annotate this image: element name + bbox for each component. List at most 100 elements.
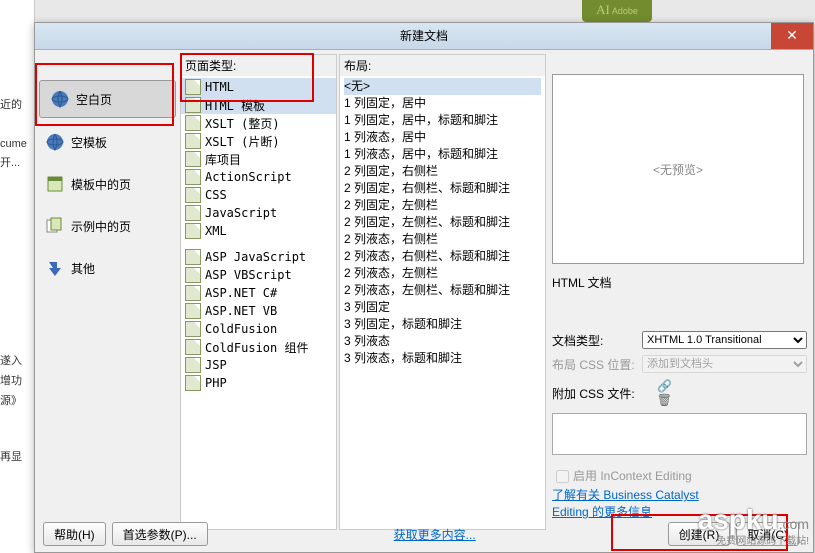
layout-item[interactable]: 2 列固定，右侧栏、标题和脚注 [344,180,541,197]
layout-item[interactable]: 3 列液态，标题和脚注 [344,350,541,367]
layout-item[interactable]: 1 列液态，居中，标题和脚注 [344,146,541,163]
layout-item[interactable]: 2 列固定，左侧栏、标题和脚注 [344,214,541,231]
page-type-item[interactable]: ColdFusion [181,320,336,338]
preview-pane: <无预览> [552,74,804,264]
more-content-link[interactable]: 获取更多内容... [394,526,476,543]
page-type-item[interactable]: CSS [181,186,336,204]
page-type-label: ASP VBScript [205,268,292,282]
category-1[interactable]: 空模板 [35,124,180,160]
layout-item[interactable]: 2 列固定，左侧栏 [344,197,541,214]
layout-item[interactable]: 2 列固定，右侧栏 [344,163,541,180]
page-type-item[interactable]: XML [181,222,336,240]
page-type-item[interactable]: ColdFusion 组件 [181,338,336,356]
category-4[interactable]: 其他 [35,250,180,286]
category-3[interactable]: 示例中的页 [35,208,180,244]
page-type-header: 页面类型: [181,55,336,76]
file-icon [185,285,201,301]
page-type-label: PHP [205,376,227,390]
layout-item[interactable]: 3 列液态 [344,333,541,350]
incontext-link[interactable]: 了解有关 Business CatalystEditing 的更多信息 [552,488,699,519]
layout-item[interactable]: 2 列液态，右侧栏、标题和脚注 [344,248,541,265]
file-icon [185,249,201,265]
attach-css-input[interactable] [552,413,807,455]
doctype-select[interactable]: XHTML 1.0 Transitional [642,331,807,349]
layout-css-select: 添加到文档头 [642,355,807,373]
category-2[interactable]: 模板中的页 [35,166,180,202]
layout-item[interactable]: 3 列固定，标题和脚注 [344,316,541,333]
category-column: 空白页空模板模板中的页示例中的页其他 [35,50,180,530]
page-type-item[interactable]: ASP VBScript [181,266,336,284]
file-icon [185,115,201,131]
page-type-item[interactable]: JavaScript [181,204,336,222]
incontext-checkbox [556,470,569,483]
right-column: <无预览> HTML 文档 文档类型: XHTML 1.0 Transition… [546,50,813,530]
layout-item[interactable]: 2 列液态，左侧栏、标题和脚注 [344,282,541,299]
category-label: 空模板 [71,134,107,151]
close-button[interactable]: ✕ [771,23,813,49]
adobe-badge: AI Adobe [582,0,652,22]
page-type-label: ASP.NET VB [205,304,277,318]
dialog-title: 新建文档 [400,29,448,43]
page-type-list[interactable]: HTML HTML 模板XSLT (整页)XSLT (片断)库项目 ActionSc… [181,76,336,394]
layout-item[interactable]: 3 列固定 [344,299,541,316]
category-0[interactable]: 空白页 [39,80,176,118]
prefs-button[interactable]: 首选参数(P)... [112,522,208,546]
file-icon [185,267,201,283]
layout-item[interactable]: 1 列固定，居中，标题和脚注 [344,112,541,129]
category-label: 其他 [71,260,95,277]
layout-item[interactable]: 2 列液态，左侧栏 [344,265,541,282]
file-icon [185,133,201,149]
page-type-label: XML [205,224,227,238]
category-icon [45,258,65,278]
layout-item[interactable]: <无> [344,78,541,95]
doctype-label: 文档类型: [552,332,642,349]
page-type-column: 页面类型: HTML HTML 模板XSLT (整页)XSLT (片断)库项目 Ac… [180,54,337,530]
file-icon [185,357,201,373]
category-icon [50,89,70,109]
page-type-label: HTML [205,80,234,94]
page-type-item[interactable]: 库项目 [181,150,336,168]
layout-header: 布局: [340,55,545,76]
dialog-footer: 帮助(H) 首选参数(P)... 获取更多内容... 创建(R) 取消(C) [43,522,805,546]
page-type-item[interactable]: ASP.NET C# [181,284,336,302]
layout-list[interactable]: <无>1 列固定，居中1 列固定，居中，标题和脚注1 列液态，居中1 列液态，居… [340,76,545,369]
layout-item[interactable]: 1 列液态，居中 [344,129,541,146]
page-type-item[interactable]: ASP.NET VB [181,302,336,320]
page-type-item[interactable]: ActionScript [181,168,336,186]
file-icon [185,303,201,319]
category-label: 模板中的页 [71,176,131,193]
file-icon [185,169,201,185]
page-type-item[interactable]: JSP [181,356,336,374]
page-type-item[interactable]: XSLT (片断) [181,132,336,150]
page-type-item[interactable]: HTML 模板 [181,96,336,114]
layout-item[interactable]: 2 列液态，右侧栏 [344,231,541,248]
layout-column: 布局: <无>1 列固定，居中1 列固定，居中，标题和脚注1 列液态，居中1 列… [339,54,546,530]
incontext-label: 启用 InContext Editing [573,469,692,483]
page-type-label: JavaScript [205,206,277,220]
category-icon [45,216,65,236]
titlebar: 新建文档 ✕ [35,23,813,50]
file-icon [185,375,201,391]
attach-css-icons[interactable]: 🔗 🗑 [642,379,672,407]
page-type-label: 库项目 [205,151,241,168]
page-type-label: XSLT (整页) [205,115,280,132]
page-type-item[interactable]: ASP JavaScript [181,248,336,266]
category-label: 空白页 [76,91,112,108]
file-icon [185,79,201,95]
file-icon [185,151,201,167]
file-icon [185,339,201,355]
page-type-item[interactable]: XSLT (整页) [181,114,336,132]
help-button[interactable]: 帮助(H) [43,522,106,546]
page-type-label: HTML 模板 [205,97,265,114]
file-icon [185,223,201,239]
layout-item[interactable]: 1 列固定，居中 [344,95,541,112]
page-type-label: ColdFusion [205,322,277,336]
page-type-item[interactable]: PHP [181,374,336,392]
category-icon [45,174,65,194]
page-type-label: ActionScript [205,170,292,184]
background-panel: 近的 cume 开... 遂入 增功 源》 再显 [0,0,35,553]
page-type-label: ASP.NET C# [205,286,277,300]
category-label: 示例中的页 [71,218,131,235]
layout-css-label: 布局 CSS 位置: [552,356,642,373]
page-type-item[interactable]: HTML [181,78,336,96]
